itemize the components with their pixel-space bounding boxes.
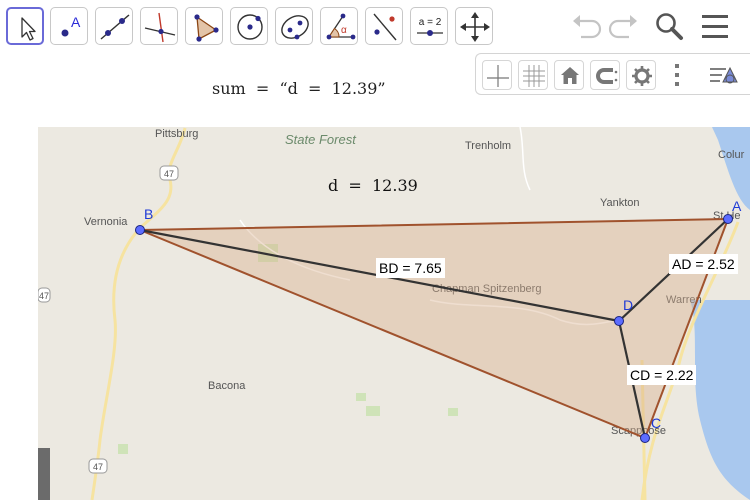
park-area	[118, 444, 128, 454]
place-label-trenholm: Trenholm	[465, 140, 511, 152]
reflect-about-line-icon	[373, 13, 397, 41]
search-icon	[656, 13, 683, 40]
standard-view-button[interactable]	[554, 60, 584, 90]
route-47-label: 47	[39, 291, 49, 301]
move-tool-button[interactable]	[6, 7, 44, 45]
segment-ad-label[interactable]: AD = 2.52	[669, 254, 738, 274]
segment-cd-label[interactable]: CD = 2.22	[627, 365, 697, 385]
more-options-button[interactable]	[662, 60, 692, 90]
svg-text:A: A	[71, 14, 81, 30]
home-icon	[561, 67, 579, 84]
point-tool-button[interactable]: A	[50, 7, 88, 45]
point-b[interactable]	[135, 225, 145, 235]
hamburger-menu-icon	[702, 15, 728, 38]
place-label-bacona: Bacona	[208, 380, 246, 392]
redo-button[interactable]	[603, 8, 643, 44]
graphics-style-bar	[475, 53, 750, 95]
slider-icon: a = 2	[417, 17, 443, 36]
redo-icon	[608, 15, 637, 39]
slider-tool-button[interactable]: a = 2	[410, 7, 448, 45]
point-c[interactable]	[640, 433, 650, 443]
graphics-settings-button[interactable]	[626, 60, 656, 90]
toolbar: A α a = 2	[0, 0, 750, 52]
angle-tool-button[interactable]: α	[320, 7, 358, 45]
toggle-style-bar-icon	[710, 66, 738, 84]
d-text-object[interactable]: d = 12.39	[328, 176, 418, 195]
search-button[interactable]	[650, 8, 690, 44]
place-label-pittsburg: Pittsburg	[155, 128, 198, 140]
park-area	[366, 406, 380, 416]
point-c-label: C	[651, 415, 661, 431]
polygon-icon	[194, 14, 219, 42]
grid-icon	[523, 65, 545, 87]
segment-bd-label[interactable]: BD = 7.65	[376, 258, 445, 278]
main-menu-button[interactable]	[697, 8, 737, 44]
toggle-grid-button[interactable]	[518, 60, 548, 90]
perpendicular-line-tool-button[interactable]	[140, 7, 178, 45]
line-through-two-points-icon	[100, 14, 130, 40]
ellipse-tool-button[interactable]	[275, 7, 313, 45]
svg-text:α: α	[341, 25, 347, 36]
point-icon: A	[61, 14, 81, 37]
undo-button[interactable]	[567, 8, 607, 44]
toggle-axes-button[interactable]	[482, 60, 512, 90]
circle-tool-button[interactable]	[230, 7, 268, 45]
more-vertical-icon	[675, 64, 679, 86]
undo-icon	[573, 15, 602, 39]
move-graphics-view-tool-button[interactable]	[455, 7, 493, 45]
line-tool-button[interactable]	[95, 7, 133, 45]
axes-icon	[487, 65, 509, 87]
reflect-tool-button[interactable]	[365, 7, 403, 45]
point-b-label: B	[144, 206, 153, 222]
circle-with-center-icon	[237, 14, 263, 40]
route-47-label: 47	[164, 169, 174, 179]
point-a-label: A	[732, 198, 742, 214]
map-edge-strip	[38, 448, 50, 500]
settings-gear-icon	[632, 66, 652, 86]
polygon-tool-button[interactable]	[185, 7, 223, 45]
toggle-style-bar-button[interactable]	[706, 60, 738, 90]
route-47-label: 47	[93, 462, 103, 472]
move-arrows-icon	[460, 12, 490, 42]
point-a[interactable]	[723, 214, 733, 224]
place-label-state-forest: State Forest	[285, 132, 357, 147]
ellipse-icon	[281, 15, 309, 40]
slider-tool-label: a = 2	[419, 17, 442, 28]
place-label-yankton: Yankton	[600, 197, 640, 209]
point-d-label: D	[623, 297, 633, 313]
park-area	[356, 393, 366, 401]
park-area	[448, 408, 458, 416]
place-label-columbia: Colur	[718, 149, 745, 161]
place-label-vernonia: Vernonia	[84, 216, 128, 228]
magnet-snap-icon	[596, 68, 618, 84]
perpendicular-line-icon	[144, 12, 176, 43]
point-d[interactable]	[614, 316, 624, 326]
sum-text-object[interactable]: sum = “d = 12.39”	[212, 79, 386, 98]
angle-icon: α	[326, 13, 356, 40]
cursor-arrow-icon	[21, 17, 36, 41]
point-capturing-button[interactable]	[590, 60, 620, 90]
